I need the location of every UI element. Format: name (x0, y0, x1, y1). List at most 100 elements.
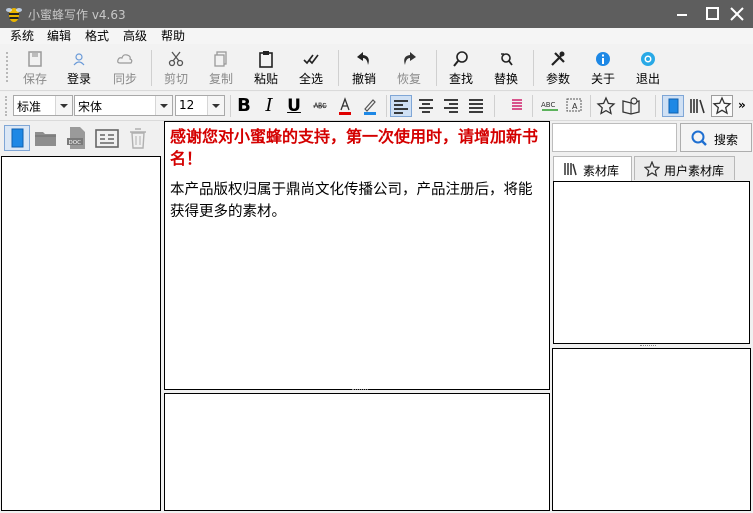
folder-icon (35, 132, 56, 146)
toolbar-overflow-icon[interactable]: » (738, 98, 746, 112)
svg-text:A: A (572, 102, 578, 111)
material-view-button[interactable] (687, 95, 709, 117)
paste-button[interactable]: 粘贴 (248, 44, 284, 90)
search-icon (691, 130, 707, 146)
align-left-button[interactable] (390, 95, 412, 117)
tab-material[interactable]: 素材库 (553, 156, 632, 181)
exit-button[interactable]: 退出 (630, 44, 666, 90)
spellcheck-icon: ABC (541, 101, 558, 111)
paragraph-icon (512, 99, 522, 110)
copy-button[interactable]: 复制 (203, 44, 239, 90)
font-select[interactable]: 宋体 (74, 95, 173, 116)
format-toolbar: 标准 宋体 12 B I U ABC A » (0, 92, 753, 121)
strikethrough-button[interactable] (309, 95, 331, 117)
chevron-down-icon (55, 96, 72, 115)
bookmark-button[interactable] (595, 95, 617, 117)
bold-button[interactable]: B (233, 95, 255, 117)
undo-button[interactable]: 撤销 (346, 44, 382, 90)
login-button[interactable]: 登录 (61, 44, 97, 90)
copyright-message: 本产品版权归属于鼎尚文化传播公司，产品注册后，将能获得更多的素材。 (170, 182, 533, 220)
font-size-select[interactable]: 12 (175, 95, 225, 116)
book-view-button[interactable] (662, 95, 684, 117)
style-select[interactable]: 标准 (13, 95, 73, 116)
toolbar-separator (533, 50, 534, 86)
favorites-view-button[interactable] (711, 95, 733, 117)
tab-user-material[interactable]: 用户素材库 (634, 156, 735, 180)
select-all-button[interactable]: 全选 (293, 44, 329, 90)
menu-advanced[interactable]: 高级 (123, 28, 147, 44)
copy-icon (214, 51, 227, 67)
toolbar-separator (151, 50, 152, 86)
cut-button[interactable]: 剪切 (158, 44, 194, 90)
settings-button[interactable]: 参数 (540, 44, 576, 90)
book-search-icon (622, 97, 640, 115)
bold-icon: B (237, 95, 251, 116)
menu-format[interactable]: 格式 (85, 28, 109, 44)
library-button[interactable] (620, 95, 642, 117)
align-center-button[interactable] (415, 95, 437, 117)
minimize-button[interactable] (655, 0, 689, 28)
book-list-button[interactable] (4, 125, 30, 151)
star-icon (644, 161, 660, 177)
undo-icon (357, 52, 369, 65)
toolbar-separator (532, 95, 533, 117)
import-doc-button[interactable]: DOC (64, 125, 90, 151)
menu-system[interactable]: 系统 (10, 28, 34, 44)
minimize-icon (677, 14, 687, 16)
chevron-down-icon (207, 96, 224, 115)
replace-button[interactable]: 替换 (488, 44, 524, 90)
close-button[interactable] (719, 0, 753, 28)
exit-icon (641, 52, 655, 66)
highlight-button[interactable] (359, 95, 381, 117)
toolbar-separator (436, 50, 437, 86)
chevron-down-icon (155, 96, 172, 115)
window-title: 小蜜蜂写作 v4.63 (28, 8, 126, 22)
editor-pane[interactable]: 感谢您对小蜜蜂的支持，第一次使用时，请增加新书名！ 本产品版权归属于鼎尚文化传播… (164, 121, 550, 390)
toolbar-separator (386, 95, 387, 117)
book-tools: DOC (0, 121, 162, 155)
outline-button[interactable] (94, 125, 120, 151)
text-box-icon: A (566, 98, 582, 112)
spellcheck-button[interactable]: ABC (539, 95, 561, 117)
notes-pane[interactable] (164, 393, 550, 511)
menu-edit[interactable]: 编辑 (47, 28, 71, 44)
font-color-button[interactable] (334, 95, 356, 117)
user-icon (73, 53, 85, 66)
menu-help[interactable]: 帮助 (161, 28, 185, 44)
italic-button[interactable]: I (258, 95, 280, 117)
material-preview[interactable] (552, 348, 751, 511)
cloud-icon (117, 54, 133, 64)
star-icon (712, 96, 732, 115)
sync-button[interactable]: 同步 (107, 44, 143, 90)
scissors-icon (168, 51, 184, 67)
italic-icon: I (265, 95, 273, 116)
toolbar-separator (230, 95, 231, 117)
replace-icon (501, 53, 513, 66)
underline-icon: U (287, 96, 301, 116)
search-button[interactable]: 搜索 (680, 123, 752, 152)
align-left-icon (394, 100, 408, 114)
title-bar: 小蜜蜂写作 v4.63 (0, 0, 753, 28)
save-button[interactable]: 保存 (17, 44, 53, 90)
about-button[interactable]: 关于 (585, 44, 621, 90)
strikethrough-icon (313, 101, 327, 109)
tools-icon (551, 51, 565, 66)
outline-icon (95, 129, 119, 148)
redo-button[interactable]: 恢复 (391, 44, 427, 90)
align-right-button[interactable] (440, 95, 462, 117)
chapter-tree[interactable] (1, 156, 161, 511)
find-button[interactable]: 查找 (443, 44, 479, 90)
material-list[interactable] (553, 181, 750, 344)
open-folder-button[interactable] (33, 125, 59, 151)
search-input[interactable] (552, 123, 677, 152)
text-box-button[interactable]: A (564, 95, 586, 117)
underline-button[interactable]: U (283, 95, 305, 117)
toolbar-grip (6, 52, 10, 82)
delete-button[interactable] (125, 125, 151, 151)
welcome-message: 感谢您对小蜜蜂的支持，第一次使用时，请增加新书名！ (170, 127, 539, 168)
save-icon (28, 51, 42, 67)
align-center-icon (419, 99, 433, 113)
paragraph-format-button[interactable] (506, 95, 528, 117)
menu-bar: 系统 编辑 格式 高级 帮助 (0, 28, 753, 44)
justify-button[interactable] (465, 95, 487, 117)
